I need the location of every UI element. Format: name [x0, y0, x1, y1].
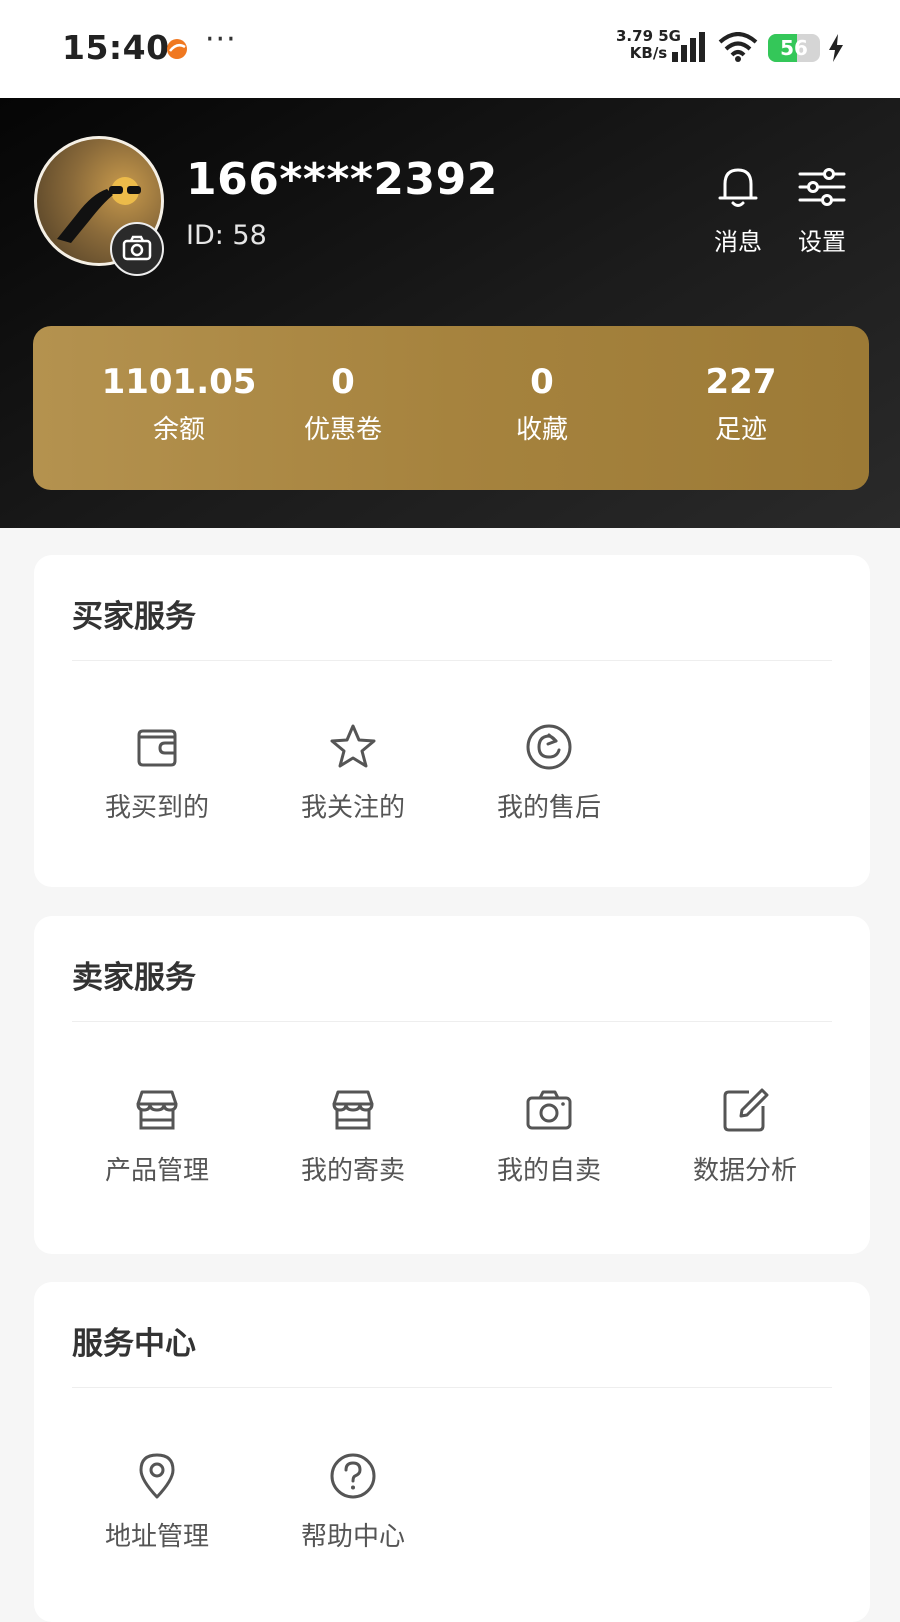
- stat-favorites-label: 收藏: [515, 415, 568, 445]
- service-center-card: 服务中心 地址管理 帮助中心: [34, 1282, 870, 1622]
- buyer-services-card: 买家服务 我买到的 我关注的 我的售后: [34, 555, 870, 887]
- more-notifications-icon: ···: [205, 22, 237, 57]
- divider: [72, 660, 832, 661]
- network-speed-unit: KB/s: [629, 44, 668, 62]
- service-center-title: 服务中心: [72, 1326, 196, 1362]
- refresh-icon: [526, 724, 572, 770]
- settings-sliders-icon: [798, 168, 846, 206]
- username: 166****2392: [186, 154, 498, 205]
- buyer-item-after-sales-label: 我的售后: [496, 793, 601, 823]
- stat-coupons-value: 0: [331, 362, 355, 402]
- buyer-services-title: 买家服务: [72, 599, 196, 635]
- seller-item-self-sell-label: 我的自卖: [496, 1156, 601, 1186]
- seller-item-consignment-label: 我的寄卖: [300, 1156, 405, 1186]
- camera-icon: [122, 235, 152, 261]
- stat-history-value: 227: [705, 362, 777, 402]
- seller-item-products-label: 产品管理: [104, 1156, 209, 1186]
- bell-icon: [718, 168, 758, 207]
- messages-button[interactable]: 消息: [706, 162, 770, 257]
- battery-indicator: 56: [768, 34, 820, 62]
- seller-item-analytics-label: 数据分析: [692, 1156, 797, 1186]
- store-icon: [136, 1090, 178, 1130]
- stat-favorites-value: 0: [530, 362, 554, 402]
- messages-label: 消息: [714, 228, 762, 256]
- network-speed-value: 3.79: [616, 27, 654, 45]
- buyer-item-purchased[interactable]: 我买到的: [58, 721, 256, 824]
- store-icon: [332, 1090, 374, 1130]
- stat-history-label: 足迹: [714, 415, 767, 445]
- camera-icon: [526, 1090, 572, 1130]
- seller-item-products[interactable]: 产品管理: [58, 1084, 256, 1187]
- star-icon: [330, 724, 376, 768]
- app-notification-icon: [167, 39, 187, 59]
- profile-header: 166****2392 ID: 58 消息 设置 1101.05 余额 0 优惠…: [0, 98, 900, 528]
- user-id: ID: 58: [186, 220, 267, 251]
- service-item-address-label: 地址管理: [104, 1522, 209, 1552]
- divider: [72, 1021, 832, 1022]
- settings-label: 设置: [798, 228, 846, 256]
- buyer-item-following[interactable]: 我关注的: [254, 721, 452, 824]
- buyer-item-following-label: 我关注的: [300, 793, 405, 823]
- buyer-item-after-sales[interactable]: 我的售后: [450, 721, 648, 824]
- stat-coupons[interactable]: 0 优惠卷: [243, 362, 443, 448]
- signal-icon: [672, 32, 705, 62]
- service-item-address[interactable]: 地址管理: [58, 1450, 256, 1553]
- edit-icon: [723, 1088, 769, 1132]
- stats-card: 1101.05 余额 0 优惠卷 0 收藏 227 足迹: [33, 326, 869, 490]
- charging-icon: [829, 34, 843, 62]
- location-pin-icon: [139, 1453, 175, 1499]
- seller-item-consignment[interactable]: 我的寄卖: [254, 1084, 452, 1187]
- stat-coupons-label: 优惠卷: [303, 415, 382, 445]
- stat-favorites[interactable]: 0 收藏: [442, 362, 642, 448]
- status-time: 15:40: [62, 28, 170, 67]
- change-avatar-button[interactable]: [110, 222, 164, 276]
- battery-level: 56: [780, 36, 808, 60]
- seller-item-self-sell[interactable]: 我的自卖: [450, 1084, 648, 1187]
- service-item-help[interactable]: 帮助中心: [254, 1450, 452, 1553]
- wifi-icon: [718, 32, 758, 62]
- service-item-help-label: 帮助中心: [300, 1522, 405, 1552]
- divider: [72, 1387, 832, 1388]
- status-bar: 15:40 ··· 3.79 5G KB/s 56: [0, 0, 900, 98]
- help-icon: [330, 1453, 376, 1499]
- seller-services-title: 卖家服务: [72, 960, 196, 996]
- seller-item-analytics[interactable]: 数据分析: [646, 1084, 844, 1187]
- settings-button[interactable]: 设置: [790, 162, 854, 257]
- buyer-item-purchased-label: 我买到的: [104, 793, 209, 823]
- seller-services-card: 卖家服务 产品管理 我的寄卖 我的自卖 数据分析: [34, 916, 870, 1254]
- stat-history[interactable]: 227 足迹: [641, 362, 841, 448]
- wallet-icon: [137, 729, 177, 767]
